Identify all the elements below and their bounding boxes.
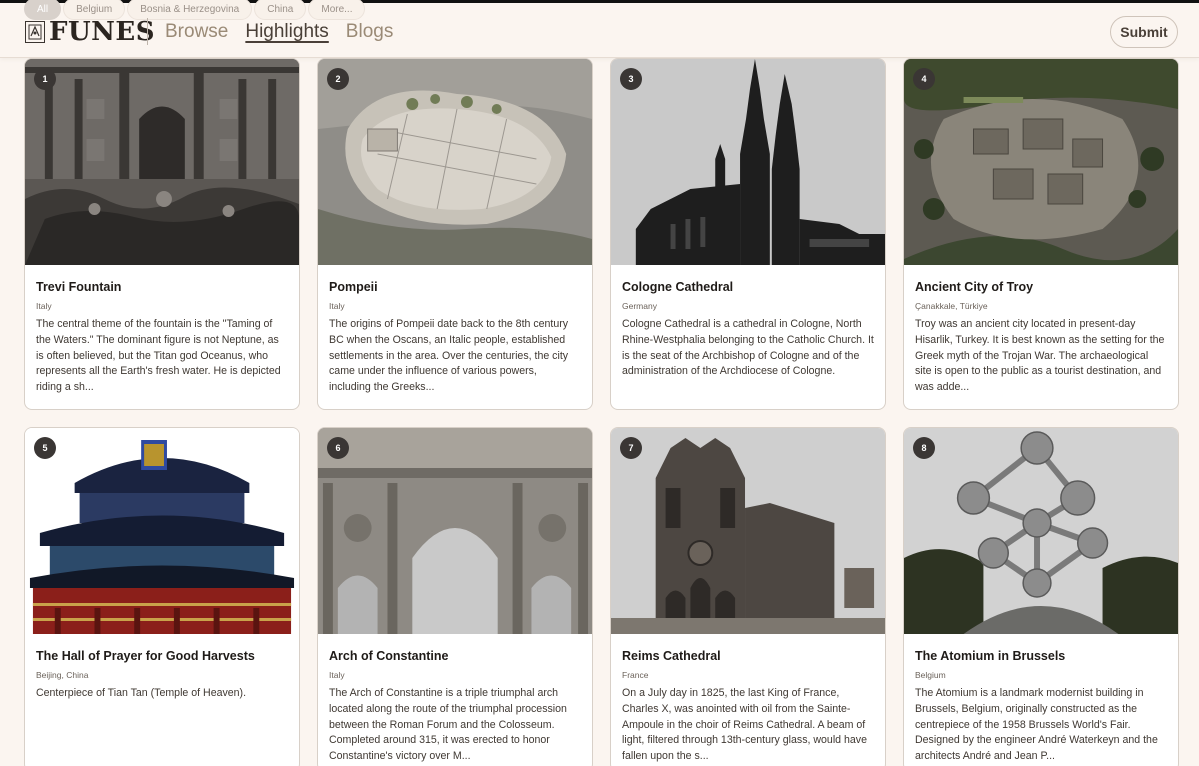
card-thumbnail: 1 bbox=[25, 59, 299, 265]
card-title: Ancient City of Troy bbox=[915, 280, 1034, 294]
card-number-badge: 3 bbox=[620, 68, 642, 90]
card-number-badge: 2 bbox=[327, 68, 349, 90]
highlight-card-arch-of-constantine[interactable]: 6 Arch of Constantine Italy The Arch of … bbox=[317, 427, 593, 766]
brand-name: FUNES bbox=[49, 17, 155, 47]
highlights-grid: 1 Trevi Fountain Italy The central theme… bbox=[24, 58, 1179, 766]
nav-highlights[interactable]: Highlights bbox=[245, 20, 328, 44]
brand-logo[interactable]: FUNES bbox=[25, 19, 155, 45]
card-location: Belgium bbox=[915, 670, 946, 680]
card-number-badge: 6 bbox=[327, 437, 349, 459]
card-title: Trevi Fountain bbox=[36, 280, 122, 294]
top-header: All Belgium Bosnia & Herzegovina China M… bbox=[0, 0, 1199, 58]
card-title: The Hall of Prayer for Good Harvests bbox=[36, 649, 255, 663]
nav-blogs[interactable]: Blogs bbox=[346, 20, 394, 44]
card-location: France bbox=[622, 670, 649, 680]
card-description: The central theme of the fountain is the… bbox=[36, 318, 281, 394]
submit-button[interactable]: Submit bbox=[1110, 16, 1178, 48]
card-location: Germany bbox=[622, 301, 657, 311]
card-number-badge: 1 bbox=[34, 68, 56, 90]
card-thumbnail: 7 bbox=[611, 428, 885, 634]
card-location: Çanakkale, Türkiye bbox=[915, 301, 988, 311]
card-description: The Arch of Constantine is a triple triu… bbox=[329, 687, 567, 763]
card-thumbnail: 3 bbox=[611, 59, 885, 265]
highlight-card-reims-cathedral[interactable]: 7 Reims Cathedral France On a July day i… bbox=[610, 427, 886, 766]
card-number-badge: 4 bbox=[913, 68, 935, 90]
card-title: Cologne Cathedral bbox=[622, 280, 734, 294]
highlight-card-ancient-city-of-troy[interactable]: 4 Ancient City of Troy Çanakkale, Türkiy… bbox=[903, 58, 1179, 410]
card-description: Troy was an ancient city located in pres… bbox=[915, 318, 1165, 394]
main-nav: Browse Highlights Blogs bbox=[165, 20, 393, 44]
card-title: Reims Cathedral bbox=[622, 649, 721, 663]
card-number-badge: 7 bbox=[620, 437, 642, 459]
card-title: Arch of Constantine bbox=[329, 649, 449, 663]
logo-divider bbox=[147, 18, 148, 45]
card-location: Italy bbox=[36, 301, 52, 311]
card-thumbnail: 4 bbox=[904, 59, 1178, 265]
card-thumbnail: 5 bbox=[25, 428, 299, 634]
card-thumbnail: 2 bbox=[318, 59, 592, 265]
card-description: The Atomium is a landmark modernist buil… bbox=[915, 687, 1158, 763]
card-number-badge: 5 bbox=[34, 437, 56, 459]
card-location: Italy bbox=[329, 301, 345, 311]
funes-emblem-icon bbox=[25, 21, 45, 43]
highlight-card-trevi-fountain[interactable]: 1 Trevi Fountain Italy The central theme… bbox=[24, 58, 300, 410]
card-number-badge: 8 bbox=[913, 437, 935, 459]
highlight-card-pompeii[interactable]: 2 Pompeii Italy The origins of Pompeii d… bbox=[317, 58, 593, 410]
card-thumbnail: 8 bbox=[904, 428, 1178, 634]
nav-browse[interactable]: Browse bbox=[165, 20, 228, 44]
card-location: Beijing, China bbox=[36, 670, 89, 680]
highlight-card-atomium[interactable]: 8 The Atomium in Brussels Belgium The At… bbox=[903, 427, 1179, 766]
filter-chip-more[interactable]: More... bbox=[308, 0, 366, 20]
card-location: Italy bbox=[329, 670, 345, 680]
card-title: Pompeii bbox=[329, 280, 378, 294]
card-title: The Atomium in Brussels bbox=[915, 649, 1066, 663]
highlight-card-hall-of-prayer[interactable]: 5 The Hall of Prayer for Good Harvests B… bbox=[24, 427, 300, 766]
card-description: The origins of Pompeii date back to the … bbox=[329, 318, 569, 394]
filter-chip-china[interactable]: China bbox=[254, 0, 307, 20]
card-thumbnail: 6 bbox=[318, 428, 592, 634]
card-description: On a July day in 1825, the last King of … bbox=[622, 687, 867, 763]
highlight-card-cologne-cathedral[interactable]: 3 Cologne Cathedral Germany Cologne Cath… bbox=[610, 58, 886, 410]
card-description: Centerpiece of Tian Tan (Temple of Heave… bbox=[36, 687, 247, 699]
card-description: Cologne Cathedral is a cathedral in Colo… bbox=[622, 318, 874, 378]
